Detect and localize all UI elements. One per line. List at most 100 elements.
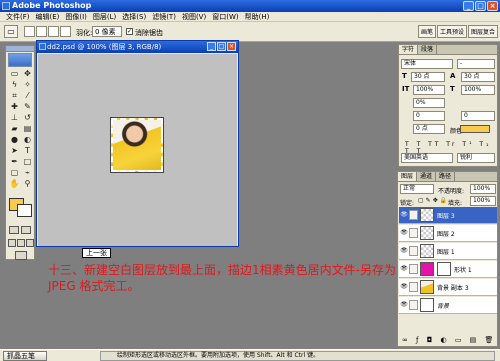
hand-tool-icon[interactable]: ✋ xyxy=(8,178,21,189)
leading-input[interactable]: 30 点 xyxy=(461,72,495,82)
screen-mode-standard-icon[interactable] xyxy=(8,239,16,247)
panel-well-tool-presets[interactable]: 工具预设 xyxy=(436,25,467,38)
marquee-tool-icon[interactable]: ▭ xyxy=(8,68,21,79)
shape-tool-icon[interactable]: □ xyxy=(21,156,34,167)
layer-thumbnail xyxy=(420,262,434,276)
eraser-tool-icon[interactable]: ▰ xyxy=(8,123,21,134)
document-title-bar[interactable]: dd2.psd @ 100% (图层 3, RGB/8) _ □ × xyxy=(37,41,238,53)
close-icon[interactable]: × xyxy=(487,1,498,11)
font-family-select[interactable]: 宋体 xyxy=(401,59,453,69)
menu-filter[interactable]: 滤镜(T) xyxy=(149,12,179,22)
add-selection-icon[interactable] xyxy=(36,26,47,37)
history-brush-tool-icon[interactable]: ↺ xyxy=(21,112,34,123)
brush-tool-icon[interactable]: ✎ xyxy=(21,101,34,112)
menu-window[interactable]: 窗口(W) xyxy=(209,12,241,22)
tracking-input[interactable]: 0 xyxy=(461,111,495,121)
screen-mode-fullmenu-icon[interactable] xyxy=(17,239,25,247)
menu-select[interactable]: 选择(S) xyxy=(119,12,149,22)
text-color-swatch[interactable] xyxy=(460,125,490,133)
document-icon xyxy=(39,43,46,50)
healing-brush-tool-icon[interactable]: ✚ xyxy=(8,101,21,112)
tab-layers[interactable]: 图层 xyxy=(398,172,418,181)
marquee-tool-preset-icon[interactable]: ▭ xyxy=(4,25,18,38)
photoshop-logo-icon[interactable] xyxy=(8,53,32,67)
menu-layer[interactable]: 图层(L) xyxy=(90,12,119,22)
lock-icons[interactable]: ▢✎✥🔒 xyxy=(418,197,449,204)
feather-input[interactable]: 0 像素 xyxy=(92,26,122,37)
slice-tool-icon[interactable]: ⁄ xyxy=(21,90,34,101)
menu-file[interactable]: 文件(F) xyxy=(3,12,33,22)
layer-panel-footer-icons[interactable]: ∞ ƒ ◘ ◐ ▭ ▤ 🗑 xyxy=(402,336,496,344)
eye-icon[interactable]: 👁 xyxy=(400,229,408,237)
fill-input[interactable]: 100% xyxy=(470,196,496,206)
menu-view[interactable]: 视图(V) xyxy=(179,12,209,22)
path-selection-tool-icon[interactable]: ➤ xyxy=(8,145,21,156)
eye-icon[interactable]: 👁 xyxy=(400,265,408,273)
type-tool-icon[interactable]: T xyxy=(21,145,34,156)
canvas-photo[interactable] xyxy=(110,117,164,173)
jump-to-imageready-icon[interactable] xyxy=(15,251,27,260)
layer-row[interactable]: 👁 背景 副本 3 xyxy=(399,279,497,296)
eyedropper-tool-icon[interactable]: ⌁ xyxy=(21,167,34,178)
gradient-tool-icon[interactable]: ▤ xyxy=(21,123,34,134)
doc-minimize-icon[interactable]: _ xyxy=(207,42,216,51)
minimize-icon[interactable]: _ xyxy=(463,1,474,11)
move-tool-icon[interactable]: ✥ xyxy=(21,68,34,79)
layer-row[interactable]: 👁 图层 1 xyxy=(399,243,497,260)
eye-icon[interactable]: 👁 xyxy=(400,211,408,219)
vertical-scale-input[interactable]: 100% xyxy=(413,85,445,95)
dodge-tool-icon[interactable]: ◐ xyxy=(21,134,34,145)
crop-tool-icon[interactable]: ⌗ xyxy=(8,90,21,101)
tab-paths[interactable]: 路径 xyxy=(436,172,456,181)
tab-channels[interactable]: 通道 xyxy=(417,172,437,181)
subtract-selection-icon[interactable] xyxy=(48,26,59,37)
layer-thumbnail xyxy=(420,226,434,240)
eye-icon[interactable]: 👁 xyxy=(400,301,408,309)
layer-row[interactable]: 👁 背景 xyxy=(399,297,497,314)
previous-button[interactable]: 上一张 xyxy=(82,248,111,258)
screen-mode-full-icon[interactable] xyxy=(26,239,34,247)
baseline-shift-input[interactable]: 0 点 xyxy=(413,124,445,134)
zoom-tool-icon[interactable]: ⚲ xyxy=(21,178,34,189)
tsume-input[interactable]: 0% xyxy=(413,98,445,108)
start-button[interactable]: 抓晶五笔 xyxy=(3,351,47,361)
maximize-icon[interactable]: □ xyxy=(475,1,486,11)
opacity-input[interactable]: 100% xyxy=(470,184,496,194)
blend-mode-select[interactable]: 正常 xyxy=(400,184,434,194)
notes-tool-icon[interactable]: ▢ xyxy=(8,167,21,178)
layer-row[interactable]: 👁 形状 1 xyxy=(399,261,497,278)
layer-row[interactable]: 👁 图层 2 xyxy=(399,225,497,242)
eye-icon[interactable]: 👁 xyxy=(400,247,408,255)
antialias-checkbox[interactable]: ✓ xyxy=(126,28,133,35)
tab-paragraph[interactable]: 段落 xyxy=(418,45,438,54)
magic-wand-tool-icon[interactable]: ✧ xyxy=(21,79,34,90)
quick-mask-mode-icon[interactable] xyxy=(21,226,31,234)
tab-character[interactable]: 字符 xyxy=(399,45,419,54)
toolbox-header[interactable] xyxy=(6,46,34,52)
panel-well-brushes[interactable]: 画笔 xyxy=(417,25,436,38)
pen-tool-icon[interactable]: ✒ xyxy=(8,156,21,167)
horizontal-scale-input[interactable]: 100% xyxy=(461,85,495,95)
new-selection-icon[interactable] xyxy=(24,26,35,37)
blur-tool-icon[interactable]: ● xyxy=(8,134,21,145)
clone-stamp-tool-icon[interactable]: ⊥ xyxy=(8,112,21,123)
canvas-area[interactable] xyxy=(38,54,237,246)
background-color-swatch[interactable] xyxy=(17,204,32,217)
lasso-tool-icon[interactable]: ϟ xyxy=(8,79,21,90)
menu-help[interactable]: 帮助(H) xyxy=(242,12,273,22)
layer-row[interactable]: 👁 图层 3 xyxy=(399,207,497,224)
kerning-input[interactable]: 0 xyxy=(413,111,445,121)
app-title: Adobe Photoshop xyxy=(12,1,92,10)
font-style-select[interactable]: - xyxy=(457,59,495,69)
menu-edit[interactable]: 编辑(E) xyxy=(33,12,63,22)
layer-thumbnail xyxy=(420,280,434,294)
menu-image[interactable]: 图像(I) xyxy=(62,12,90,22)
doc-maximize-icon[interactable]: □ xyxy=(217,42,226,51)
eye-icon[interactable]: 👁 xyxy=(400,283,408,291)
doc-close-icon[interactable]: × xyxy=(227,42,236,51)
text-style-buttons[interactable]: T T TT Tr T¹ T₁ T T xyxy=(405,141,497,155)
intersect-selection-icon[interactable] xyxy=(60,26,71,37)
panel-well-layer-comps[interactable]: 图层复合 xyxy=(467,25,498,38)
font-size-input[interactable]: 30 点 xyxy=(411,72,445,82)
standard-mode-icon[interactable] xyxy=(9,226,19,234)
